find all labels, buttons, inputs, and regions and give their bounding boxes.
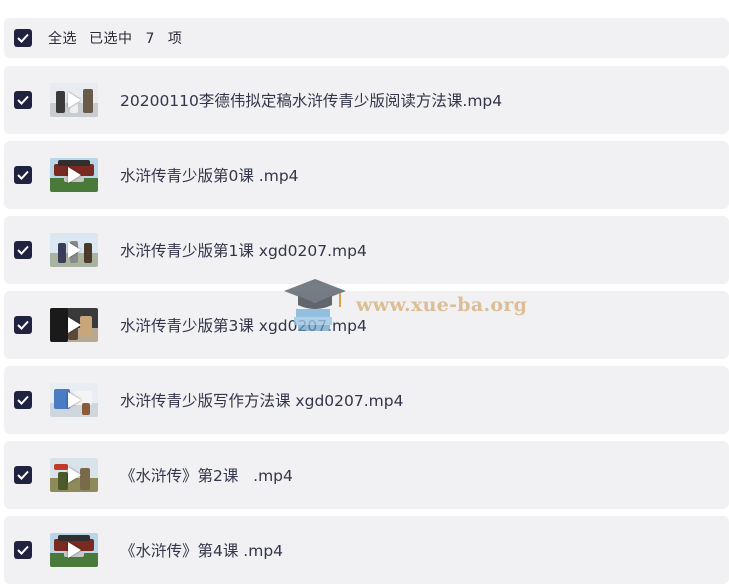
file-row[interactable]: 水浒传青少版第1课 xgd0207.mp4 xyxy=(4,216,729,284)
video-thumbnail[interactable] xyxy=(50,233,98,267)
play-icon xyxy=(68,92,81,108)
check-icon xyxy=(17,395,29,405)
file-checkbox[interactable] xyxy=(14,91,32,109)
play-icon xyxy=(68,467,81,483)
file-checkbox[interactable] xyxy=(14,166,32,184)
play-icon xyxy=(68,242,81,258)
file-name[interactable]: 水浒传青少版第1课 xgd0207.mp4 xyxy=(120,239,367,261)
file-row[interactable]: 20200110李德伟拟定稿水浒传青少版阅读方法课.mp4 xyxy=(4,66,729,134)
file-name[interactable]: 水浒传青少版第0课 .mp4 xyxy=(120,164,299,186)
play-icon xyxy=(68,167,81,183)
selected-prefix: 已选中 xyxy=(89,31,133,47)
file-checkbox[interactable] xyxy=(14,391,32,409)
file-checkbox[interactable] xyxy=(14,316,32,334)
file-row[interactable]: 《水浒传》第4课 .mp4 xyxy=(4,516,729,584)
file-row[interactable]: 《水浒传》第2课 .mp4 xyxy=(4,441,729,509)
file-checkbox[interactable] xyxy=(14,541,32,559)
video-thumbnail[interactable] xyxy=(50,308,98,342)
select-all-bar: 全选 已选中 7 项 xyxy=(4,18,729,58)
graduation-cap-icon xyxy=(282,275,348,335)
check-icon xyxy=(17,245,29,255)
check-icon xyxy=(17,545,29,555)
file-row[interactable]: 水浒传青少版写作方法课 xgd0207.mp4 xyxy=(4,366,729,434)
check-icon xyxy=(17,320,29,330)
video-thumbnail[interactable] xyxy=(50,383,98,417)
play-icon xyxy=(68,317,81,333)
check-icon xyxy=(17,95,29,105)
selected-suffix: 项 xyxy=(167,31,183,47)
video-thumbnail[interactable] xyxy=(50,458,98,492)
video-thumbnail[interactable] xyxy=(50,158,98,192)
check-icon xyxy=(17,470,29,480)
file-name[interactable]: 水浒传青少版写作方法课 xgd0207.mp4 xyxy=(120,389,403,411)
check-icon xyxy=(17,170,29,180)
watermark-text: www.xue-ba.org xyxy=(356,294,528,316)
file-checkbox[interactable] xyxy=(14,241,32,259)
file-name[interactable]: 20200110李德伟拟定稿水浒传青少版阅读方法课.mp4 xyxy=(120,89,502,111)
video-thumbnail[interactable] xyxy=(50,83,98,117)
play-icon xyxy=(68,392,81,408)
file-checkbox[interactable] xyxy=(14,466,32,484)
file-name[interactable]: 《水浒传》第2课 .mp4 xyxy=(120,464,293,486)
select-all-checkbox[interactable] xyxy=(14,29,32,47)
file-row[interactable]: 水浒传青少版第0课 .mp4 xyxy=(4,141,729,209)
watermark: www.xue-ba.org xyxy=(282,275,527,335)
file-name[interactable]: 《水浒传》第4课 .mp4 xyxy=(120,539,283,561)
check-icon xyxy=(17,33,29,43)
selected-count-text: 已选中 7 项 xyxy=(89,28,182,48)
video-thumbnail[interactable] xyxy=(50,533,98,567)
select-all-label[interactable]: 全选 xyxy=(48,28,77,48)
selected-count: 7 xyxy=(145,31,155,47)
play-icon xyxy=(68,542,81,558)
